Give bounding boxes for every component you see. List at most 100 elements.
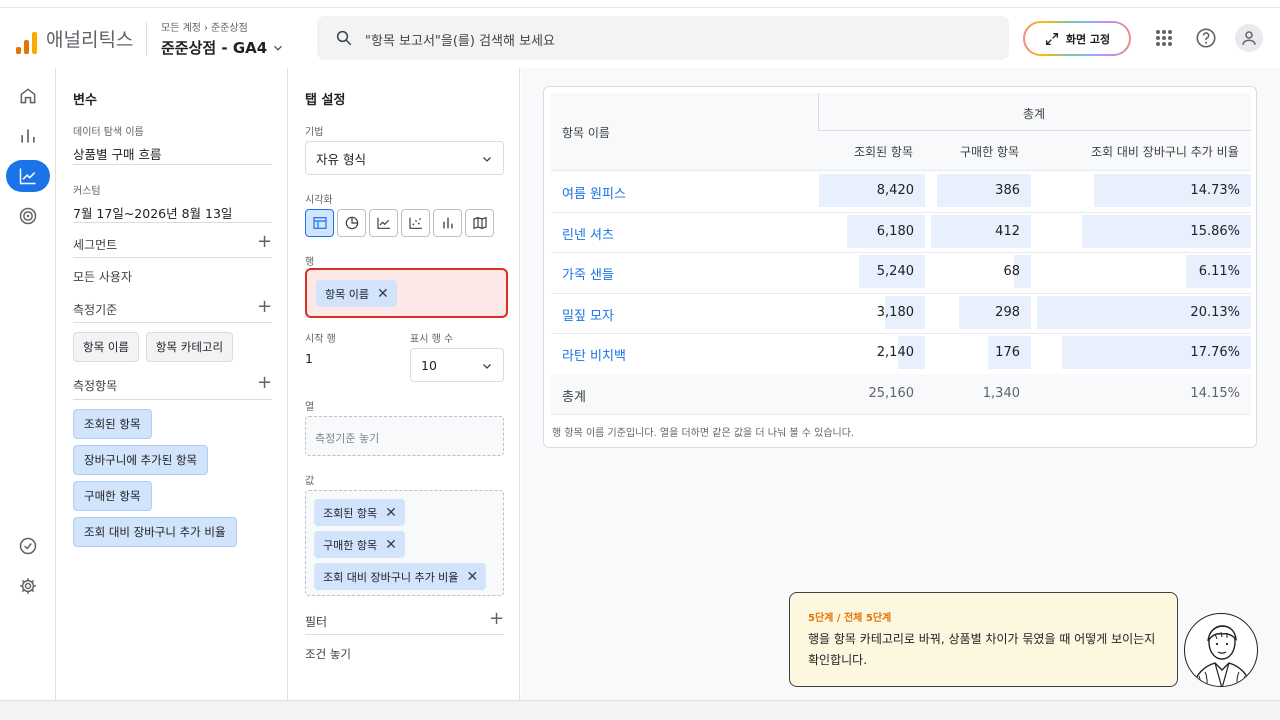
value-chip-label: 구매한 항목: [323, 538, 378, 552]
close-icon[interactable]: ✕: [385, 505, 397, 521]
values-drop-zone[interactable]: 조회된 항목 ✕ 구매한 항목 ✕ 조회 대비 장바구니 추가 비율 ✕: [305, 490, 504, 596]
cell-rate: 17.76%: [1190, 345, 1240, 360]
filters-placeholder[interactable]: 조건 놓기: [305, 646, 351, 662]
cell-purchased: 68: [1003, 264, 1020, 279]
close-icon[interactable]: ✕: [377, 286, 389, 302]
header-divider: [818, 93, 819, 131]
cell-views: 5,240: [876, 264, 914, 279]
nav-settings[interactable]: [6, 570, 50, 602]
coach-message: 행을 항목 카테고리로 바꿔, 상품별 차이가 묶였을 때 어떻게 보이는지 확…: [808, 632, 1156, 667]
breadcrumb-item[interactable]: 모든 계정: [161, 23, 201, 34]
close-icon[interactable]: ✕: [385, 537, 397, 553]
browser-top-strip: [0, 0, 1280, 8]
header-divider: [146, 22, 147, 56]
metric-chip[interactable]: 조회된 항목: [73, 409, 152, 439]
start-row-input[interactable]: 1: [305, 351, 313, 366]
coach-mascot-avatar[interactable]: [1184, 613, 1258, 687]
metric-chip[interactable]: 구매한 항목: [73, 481, 152, 511]
cell-purchased: 386: [995, 183, 1020, 198]
chevron-right-icon: ›: [203, 23, 208, 34]
column-header[interactable]: 조회된 항목: [854, 143, 913, 160]
item-name-link[interactable]: 린넨 셔츠: [562, 224, 614, 243]
add-segment-icon[interactable]: +: [257, 233, 272, 251]
header-divider: [818, 130, 1251, 131]
search-icon: [336, 30, 352, 46]
exploration-name-label: 데이터 탐색 이름: [73, 127, 144, 138]
viz-table-button[interactable]: [305, 209, 334, 237]
column-header[interactable]: 구매한 항목: [960, 143, 1019, 160]
metrics-label: 측정항목: [73, 379, 118, 393]
viz-line-button[interactable]: [369, 209, 398, 237]
technique-label: 기법: [305, 127, 324, 138]
nav-admin-check[interactable]: [6, 530, 50, 562]
show-rows-select[interactable]: 10: [410, 348, 504, 382]
segments-label: 세그먼트: [73, 238, 118, 252]
help-icon[interactable]: [1194, 26, 1218, 50]
show-rows-value: 10: [421, 357, 437, 373]
viz-bar-button[interactable]: [433, 209, 462, 237]
search-bar[interactable]: "항목 보고서"을(를) 검색해 보세요: [317, 16, 1009, 60]
add-dimension-icon[interactable]: +: [257, 298, 272, 316]
bar-chart-icon: [442, 217, 453, 229]
divider: [73, 164, 272, 165]
apps-grid-icon[interactable]: [1152, 26, 1176, 50]
segment-all-users[interactable]: 모든 사용자: [73, 268, 132, 285]
bar-chart-icon: [21, 129, 35, 143]
value-chip[interactable]: 조회된 항목 ✕: [314, 499, 405, 526]
coach-step: 5단계 / 전체 5단계: [808, 613, 892, 624]
rows-drop-zone[interactable]: 항목 이름 ✕: [305, 268, 508, 318]
cell-views: 8,420: [876, 183, 914, 198]
item-name-link[interactable]: 여름 원피스: [562, 183, 626, 202]
account-avatar[interactable]: [1235, 24, 1263, 52]
breadcrumb[interactable]: 모든 계정 › 준준상점: [161, 19, 248, 34]
nav-home[interactable]: [6, 80, 50, 112]
close-icon[interactable]: ✕: [466, 569, 478, 585]
chevron-down-icon: [274, 45, 283, 51]
nav-advertising[interactable]: [6, 200, 50, 232]
divider: [73, 222, 272, 223]
table-footnote: 행 항목 이름 기준입니다. 열을 더하면 같은 값을 더 나눠 볼 수 있습니…: [552, 428, 855, 439]
variables-title: 변수: [73, 93, 97, 108]
chevron-down-icon: [483, 364, 491, 369]
row-chip[interactable]: 항목 이름 ✕: [316, 280, 397, 307]
expand-icon: [1045, 32, 1058, 45]
date-range-value[interactable]: 7월 17일~2026년 8월 13일: [73, 203, 232, 222]
columns-drop-zone[interactable]: 측정기준 놓기: [305, 416, 504, 456]
cell-views: 2,140: [876, 345, 914, 360]
viz-map-button[interactable]: [465, 209, 494, 237]
person-icon: [1242, 31, 1256, 45]
viz-scatter-button[interactable]: [401, 209, 430, 237]
pin-screen-button[interactable]: 화면 고정: [1023, 21, 1131, 56]
item-name-link[interactable]: 라탄 비치백: [562, 345, 626, 364]
metric-chip[interactable]: 장바구니에 추가된 항목: [73, 445, 209, 475]
viz-donut-button[interactable]: [337, 209, 366, 237]
divider: [305, 634, 504, 635]
nav-reports[interactable]: [6, 120, 50, 152]
dimension-chip[interactable]: 항목 이름: [73, 332, 139, 362]
coach-bubble: 5단계 / 전체 5단계 행을 항목 카테고리로 바꿔, 상품별 차이가 묶였을…: [789, 592, 1178, 687]
pin-label: 화면 고정: [1065, 32, 1111, 46]
item-name-link[interactable]: 밀짚 모자: [562, 305, 614, 324]
value-chip[interactable]: 조회 대비 장바구니 추가 비율 ✕: [314, 563, 487, 590]
analytics-logo[interactable]: [16, 32, 38, 54]
property-selector[interactable]: 준준상점 - GA4: [161, 37, 285, 58]
add-metric-icon[interactable]: +: [257, 374, 272, 392]
property-name: 준준상점 - GA4: [161, 39, 268, 57]
visualization-label: 시각화: [305, 195, 333, 206]
table-icon: [312, 217, 327, 229]
nav-explore[interactable]: [6, 160, 50, 192]
metric-chip[interactable]: 조회 대비 장바구니 추가 비율: [73, 517, 237, 547]
dimension-chip[interactable]: 항목 카테고리: [146, 332, 233, 362]
total-purchased: 1,340: [982, 385, 1020, 401]
row-dimension-header[interactable]: 항목 이름: [562, 124, 610, 141]
value-chip[interactable]: 구매한 항목 ✕: [314, 531, 405, 558]
breadcrumb-item[interactable]: 준준상점: [211, 23, 248, 34]
column-header[interactable]: 조회 대비 장바구니 추가 비율: [1091, 143, 1239, 160]
dimensions-label: 측정기준: [73, 303, 118, 317]
exploration-name-input[interactable]: 상품별 구매 흐름: [73, 144, 161, 163]
scatter-chart-icon: [408, 217, 422, 229]
target-icon: [19, 207, 37, 225]
technique-select[interactable]: 자유 형식: [305, 141, 504, 175]
item-name-link[interactable]: 가죽 샌들: [562, 264, 614, 283]
add-filter-icon[interactable]: +: [489, 610, 504, 628]
